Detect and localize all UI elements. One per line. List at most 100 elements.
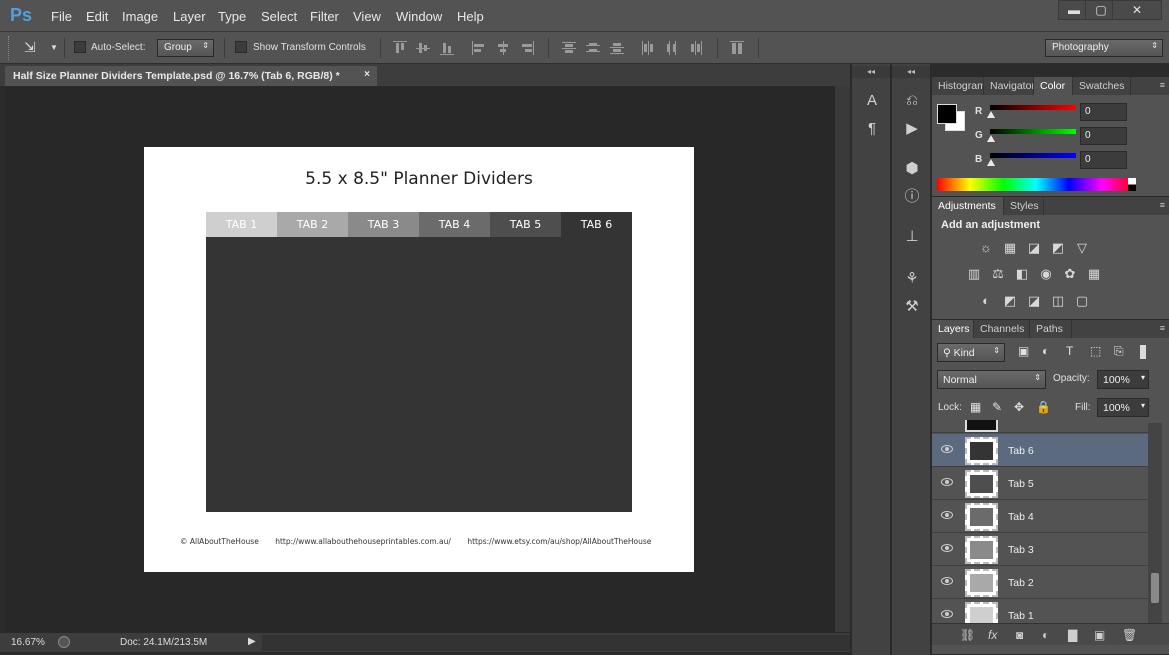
align-top-icon[interactable]: [393, 41, 407, 55]
link-layers-icon[interactable]: ⛓: [960, 628, 975, 642]
channel-g-value[interactable]: 0: [1080, 127, 1127, 145]
panel-menu-icon[interactable]: ≡: [1160, 80, 1165, 90]
filter-smart-object-icon[interactable]: ⎘: [1114, 344, 1124, 359]
tab-color[interactable]: Color: [1034, 77, 1073, 95]
menu-layer[interactable]: Layer: [173, 9, 206, 24]
panel-menu-icon[interactable]: ≡: [1160, 200, 1165, 210]
tab-histogram[interactable]: Histogram: [932, 77, 984, 95]
close-window-button[interactable]: ✕: [1112, 0, 1162, 20]
menu-filter[interactable]: Filter: [310, 9, 339, 24]
layer-row[interactable]: Tab 2: [932, 566, 1148, 599]
paragraph-panel-icon[interactable]: ¶: [862, 120, 882, 138]
close-document-icon[interactable]: ×: [364, 69, 370, 80]
menu-image[interactable]: Image: [122, 9, 158, 24]
tool-preset-dropdown-icon[interactable]: ▼: [50, 43, 58, 52]
opacity-input[interactable]: 100% ▾: [1097, 370, 1149, 389]
align-left-icon[interactable]: [472, 41, 486, 55]
slider-thumb[interactable]: [987, 135, 995, 142]
layer-row[interactable]: Tab 5: [932, 467, 1148, 500]
selective-color-icon[interactable]: ◫: [1050, 294, 1066, 308]
layer-name[interactable]: Tab 1: [1008, 610, 1034, 622]
layers-scrollbar-thumb[interactable]: [1151, 573, 1159, 603]
new-layer-icon[interactable]: ▣: [1094, 628, 1105, 642]
lock-position-icon[interactable]: ✥: [1014, 400, 1024, 414]
status-menu-arrow-icon[interactable]: ▶: [248, 636, 260, 650]
levels-icon[interactable]: ▦: [1002, 241, 1018, 255]
layer-name[interactable]: Tab 4: [1008, 511, 1034, 523]
document-canvas[interactable]: 5.5 x 8.5" Planner Dividers TAB 1 TAB 2 …: [144, 147, 694, 572]
chevron-down-icon[interactable]: ▾: [1141, 373, 1145, 382]
layers-scrollbar[interactable]: [1148, 423, 1162, 623]
collapse-dock-icon[interactable]: ◂◂: [892, 66, 930, 78]
visibility-eye-icon[interactable]: [941, 544, 953, 552]
curves-icon[interactable]: ◪: [1026, 241, 1042, 255]
delete-layer-icon[interactable]: 🗑: [1122, 628, 1137, 642]
threshold-icon[interactable]: ◪: [1026, 294, 1042, 308]
lock-transparent-icon[interactable]: ▦: [970, 400, 981, 414]
align-bottom-icon[interactable]: [440, 41, 454, 55]
distribute-left-icon[interactable]: [641, 41, 655, 55]
posterize-icon[interactable]: ◩: [1002, 294, 1018, 308]
distribute-top-icon[interactable]: [562, 41, 576, 55]
hue-saturation-icon[interactable]: ▥: [966, 267, 982, 281]
new-group-icon[interactable]: ▇: [1068, 628, 1077, 642]
layer-row[interactable]: Tab 4: [932, 500, 1148, 533]
tool-presets-icon[interactable]: ⚒: [902, 298, 922, 316]
tab-swatches[interactable]: Swatches: [1073, 77, 1131, 95]
visibility-eye-icon[interactable]: [941, 445, 953, 453]
gradient-map-icon[interactable]: ▢: [1074, 294, 1090, 308]
layer-name[interactable]: Tab 2: [1008, 577, 1034, 589]
channel-b-value[interactable]: 0: [1080, 151, 1127, 169]
show-transform-checkbox[interactable]: [235, 41, 247, 53]
exposure-icon[interactable]: ◩: [1050, 241, 1066, 255]
menu-help[interactable]: Help: [457, 9, 484, 24]
menu-file[interactable]: File: [51, 9, 72, 24]
auto-select-checkbox[interactable]: [74, 41, 86, 53]
layer-row[interactable]: Tab 6: [932, 434, 1148, 467]
chevron-down-icon[interactable]: ▾: [1141, 401, 1145, 410]
layer-name[interactable]: Tab 6: [1008, 445, 1034, 457]
filter-pixel-icon[interactable]: ▣: [1018, 344, 1029, 358]
zoom-level[interactable]: 16.67%: [11, 637, 45, 648]
move-tool-icon[interactable]: ⇲: [24, 39, 36, 56]
clone-source-icon[interactable]: ⊥: [902, 228, 922, 246]
filter-toggle-icon[interactable]: [1140, 345, 1146, 359]
collapse-dock-icon[interactable]: ◂◂: [852, 66, 890, 78]
history-panel-icon[interactable]: ⎌: [902, 92, 922, 110]
visibility-eye-icon[interactable]: [941, 610, 953, 618]
menu-type[interactable]: Type: [218, 9, 246, 24]
align-vcenter-icon[interactable]: [416, 41, 430, 55]
tab-styles[interactable]: Styles: [1004, 197, 1044, 215]
character-panel-icon[interactable]: A: [862, 92, 882, 110]
visibility-eye-icon[interactable]: [941, 577, 953, 585]
distribute-vcenter-icon[interactable]: [586, 41, 600, 55]
workspace-select[interactable]: Photography ⇕: [1045, 39, 1163, 57]
color-spectrum-bar[interactable]: [937, 178, 1135, 191]
menu-view[interactable]: View: [353, 9, 381, 24]
panel-menu-icon[interactable]: ≡: [1160, 323, 1165, 333]
channel-r-value[interactable]: 0: [1080, 103, 1127, 121]
lock-pixels-icon[interactable]: ✎: [992, 400, 1002, 414]
distribute-bottom-icon[interactable]: [610, 41, 624, 55]
tab-adjustments[interactable]: Adjustments: [932, 197, 1004, 215]
tab-layers[interactable]: Layers: [932, 320, 974, 338]
document-tab[interactable]: Half Size Planner Dividers Template.psd …: [5, 66, 377, 86]
distribute-right-icon[interactable]: [689, 41, 703, 55]
auto-align-layers-icon[interactable]: [730, 41, 744, 55]
channel-r-slider[interactable]: [990, 105, 1076, 110]
distribute-hcenter-icon[interactable]: [665, 41, 679, 55]
info-panel-icon[interactable]: ⓘ: [902, 188, 922, 206]
layer-filter-kind-select[interactable]: ⚲ Kind ⇕: [937, 343, 1005, 362]
filter-type-icon[interactable]: T: [1066, 344, 1073, 358]
auto-select-target-select[interactable]: Group ⇕: [157, 39, 214, 57]
status-info-icon[interactable]: [58, 636, 70, 648]
color-balance-icon[interactable]: ⚖: [990, 267, 1006, 281]
menu-select[interactable]: Select: [261, 9, 297, 24]
align-right-icon[interactable]: [520, 41, 534, 55]
tab-channels[interactable]: Channels: [974, 320, 1030, 338]
new-adjustment-layer-icon[interactable]: ◐: [1042, 628, 1049, 642]
layer-row-partial[interactable]: [932, 420, 1148, 433]
black-white-icon[interactable]: ◧: [1014, 267, 1030, 281]
filter-shape-icon[interactable]: ⬚: [1090, 344, 1101, 358]
foreground-color-swatch[interactable]: [937, 104, 957, 124]
